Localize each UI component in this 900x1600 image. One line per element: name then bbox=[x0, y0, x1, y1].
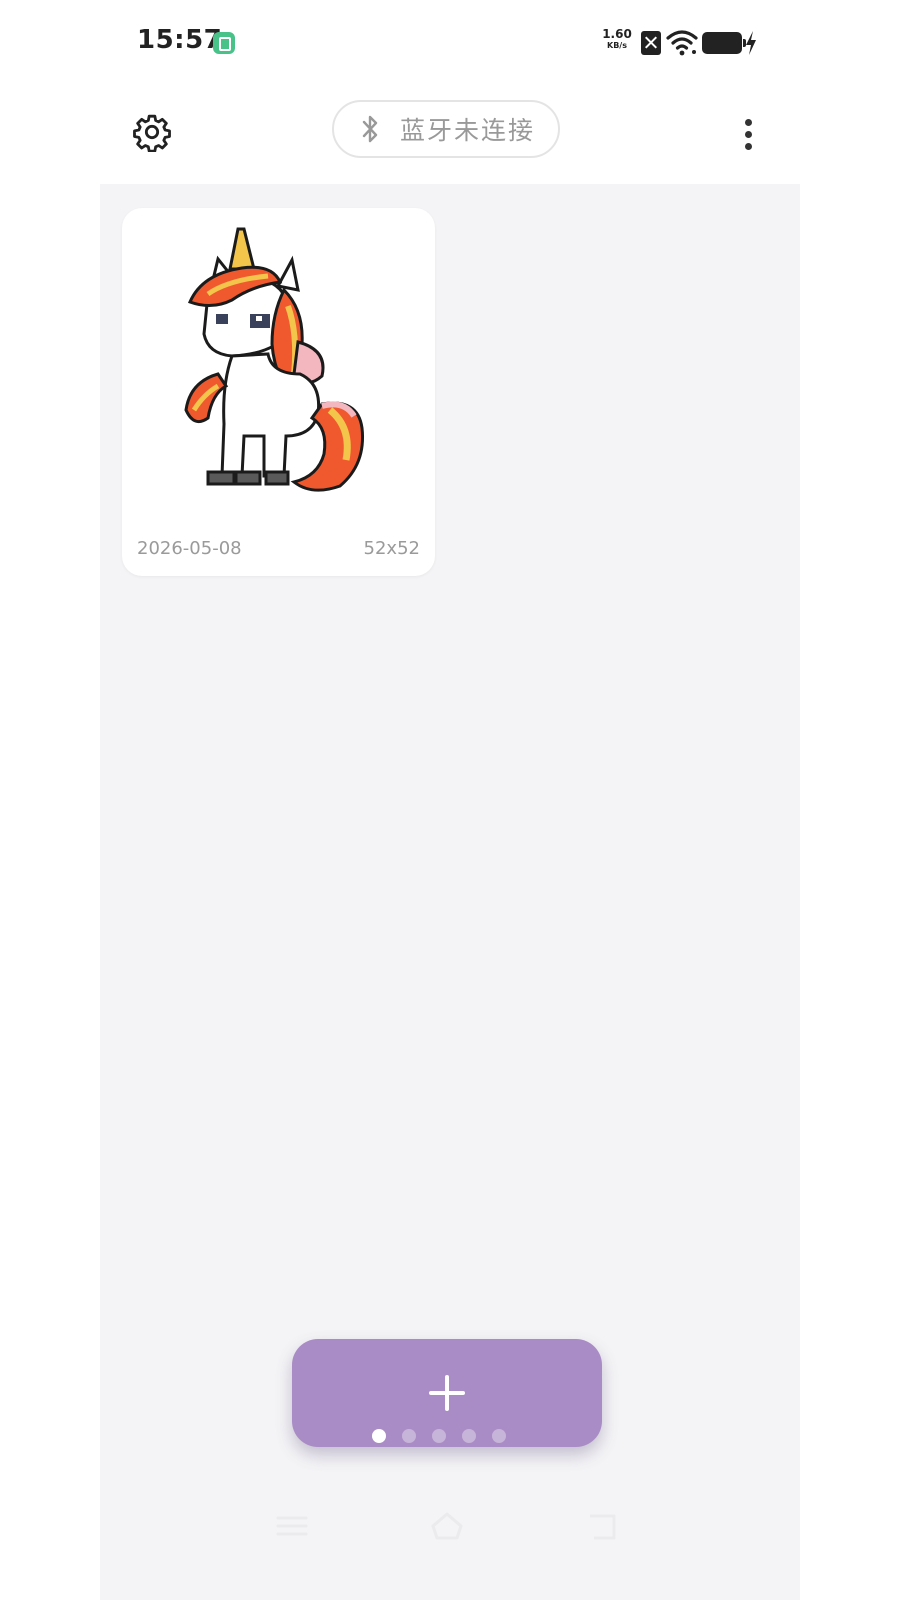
gear-icon bbox=[133, 114, 171, 152]
bluetooth-status-label: 蓝牙未连接 bbox=[400, 116, 536, 145]
home-icon[interactable] bbox=[427, 1508, 467, 1544]
page-indicator bbox=[372, 1429, 522, 1443]
pattern-size: 52x52 bbox=[363, 538, 420, 559]
sim-off-icon bbox=[641, 31, 661, 55]
status-time: 15:57 bbox=[137, 25, 223, 55]
add-pattern-button[interactable] bbox=[292, 1339, 602, 1447]
pixel-unicorn-thumbnail bbox=[184, 227, 365, 492]
network-speed-value: 1.60 bbox=[602, 27, 632, 41]
top-app-bar: 蓝牙未连接 bbox=[100, 88, 800, 184]
page-dot bbox=[492, 1429, 506, 1443]
network-speed: 1.60 KB/s bbox=[602, 27, 632, 51]
bluetooth-icon bbox=[362, 115, 378, 143]
page-dot bbox=[402, 1429, 416, 1443]
plus-icon bbox=[429, 1375, 465, 1411]
network-speed-unit: KB/s bbox=[607, 41, 627, 50]
page-dot bbox=[462, 1429, 476, 1443]
charging-icon bbox=[746, 31, 756, 55]
app-notification-icon bbox=[213, 32, 235, 54]
app-screen: 15:57 1.60 KB/s 蓝牙未连接 2026-05-08 52x52 bbox=[100, 0, 800, 1600]
more-vertical-icon bbox=[744, 118, 752, 126]
status-bar: 15:57 1.60 KB/s bbox=[100, 0, 800, 88]
more-vertical-icon-dot bbox=[744, 142, 752, 150]
bluetooth-status-button[interactable]: 蓝牙未连接 bbox=[332, 100, 560, 158]
more-options-button[interactable] bbox=[728, 110, 768, 158]
pattern-card[interactable]: 2026-05-08 52x52 bbox=[122, 208, 435, 576]
pattern-date: 2026-05-08 bbox=[137, 538, 242, 559]
system-navigation-bar bbox=[100, 1494, 800, 1564]
back-icon[interactable] bbox=[582, 1508, 622, 1544]
wifi-icon bbox=[666, 30, 698, 56]
battery-icon bbox=[702, 32, 746, 54]
pattern-grid: 2026-05-08 52x52 bbox=[100, 184, 800, 1600]
settings-button[interactable] bbox=[128, 108, 176, 156]
page-dot bbox=[432, 1429, 446, 1443]
more-vertical-icon-dot bbox=[744, 130, 752, 138]
page-dot bbox=[372, 1429, 386, 1443]
menu-icon[interactable] bbox=[272, 1508, 312, 1544]
